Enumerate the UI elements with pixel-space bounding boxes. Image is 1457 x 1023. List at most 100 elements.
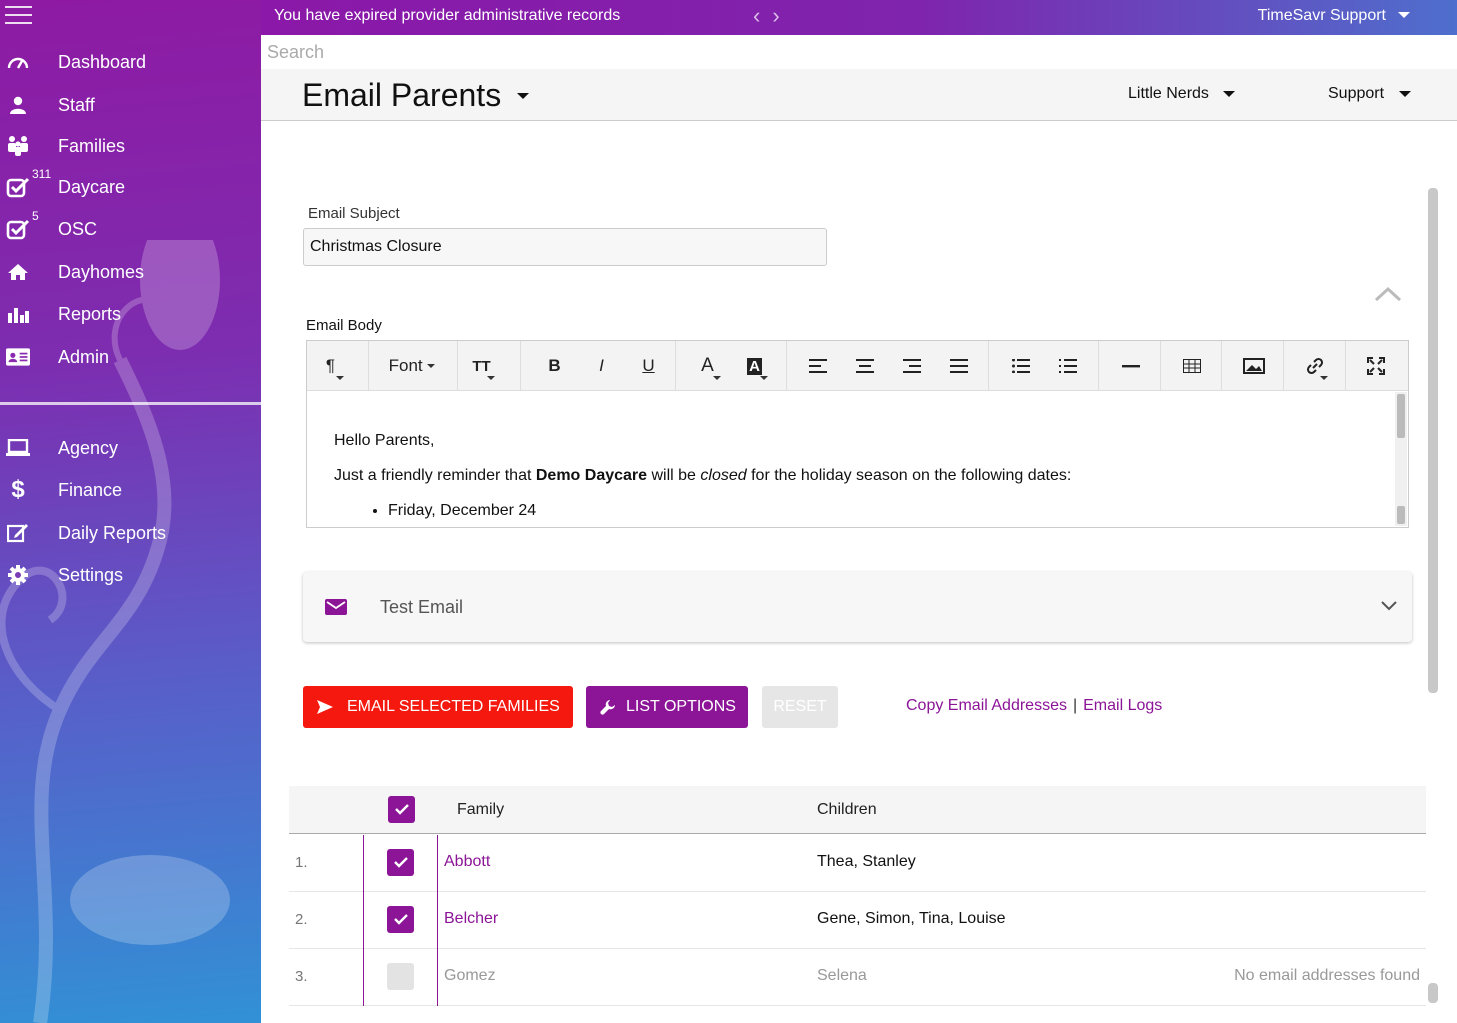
sidebar-item-label: Reports: [58, 303, 122, 324]
osc-count-badge: 5: [32, 209, 39, 223]
underline-button[interactable]: U: [625, 341, 672, 391]
toolbar-group-style: ¶: [307, 341, 369, 391]
toolbar-group-table: [1161, 341, 1222, 391]
list-options-button[interactable]: LIST OPTIONS: [586, 686, 748, 728]
sidebar-item-finance[interactable]: $ Finance: [0, 472, 261, 508]
email-selected-families-button[interactable]: EMAIL SELECTED FAMILIES: [303, 686, 573, 728]
bold-button[interactable]: B: [531, 341, 578, 391]
user-menu[interactable]: TimeSavr Support: [1258, 7, 1386, 25]
chevron-up-icon[interactable]: [1374, 284, 1402, 304]
home-icon: [6, 260, 30, 284]
family-column-header[interactable]: Family: [457, 801, 504, 819]
sidebar-item-label: Dashboard: [58, 51, 147, 72]
table-icon[interactable]: [1168, 341, 1215, 391]
sidebar-item-reports[interactable]: Reports: [0, 296, 261, 332]
sidebar-item-label: Agency: [58, 437, 119, 458]
chevron-down-icon[interactable]: [1398, 12, 1410, 18]
envelope-icon: [325, 599, 347, 615]
link-icon[interactable]: [1291, 341, 1338, 391]
toolbar-group-hr: [1099, 341, 1161, 391]
toolbar-group-lists: [989, 341, 1099, 391]
toolbar-group-color: A A: [676, 341, 787, 391]
send-icon: [317, 700, 333, 714]
align-left-icon[interactable]: [794, 341, 841, 391]
table-row: 1. Abbott Thea, Stanley: [289, 835, 1426, 892]
align-justify-icon[interactable]: [935, 341, 982, 391]
font-size-button[interactable]: TT: [458, 341, 505, 391]
numbered-list-icon[interactable]: [1044, 341, 1091, 391]
toolbar-group-align: [787, 341, 989, 391]
test-email-panel[interactable]: Test Email: [303, 572, 1412, 642]
expired-records-alert[interactable]: You have expired provider administrative…: [274, 7, 620, 25]
checkmark-icon: [393, 857, 408, 868]
bar-chart-icon: [6, 302, 30, 326]
sidebar-item-label: Settings: [58, 564, 124, 585]
checkbox-icon: [6, 175, 30, 199]
fullscreen-icon[interactable]: [1353, 341, 1400, 391]
reset-button[interactable]: RESET: [762, 686, 838, 728]
copy-email-addresses-link[interactable]: Copy Email Addresses: [906, 697, 1067, 714]
image-icon[interactable]: [1230, 341, 1277, 391]
no-email-note: No email addresses found: [1234, 967, 1420, 984]
support-dropdown[interactable]: Support: [1328, 85, 1384, 103]
sidebar-item-label: Dayhomes: [58, 261, 145, 282]
editor-content[interactable]: Hello Parents, Just a friendly reminder …: [307, 391, 1395, 527]
row-checkbox[interactable]: [387, 906, 414, 933]
sidebar-item-daily-reports[interactable]: Daily Reports: [0, 515, 261, 551]
sidebar-item-label: OSC: [58, 218, 98, 239]
editor-scrollbar[interactable]: [1395, 392, 1407, 526]
page-title[interactable]: Email Parents: [302, 77, 501, 114]
chevron-down-icon[interactable]: [1223, 91, 1235, 97]
children-column-header[interactable]: Children: [817, 801, 877, 819]
search-input[interactable]: [261, 35, 861, 69]
email-links: Copy Email Addresses | Email Logs: [906, 697, 1163, 714]
page-scrollbar[interactable]: [1426, 188, 1440, 1008]
edit-icon: [6, 521, 30, 545]
rich-text-editor: ¶ Font TT B I U A A Hello Parents, Just …: [306, 340, 1409, 528]
sidebar-divider: [0, 402, 261, 405]
row-number: 3.: [295, 968, 308, 985]
chevron-down-icon[interactable]: [517, 93, 529, 99]
toolbar-group-font: Font: [369, 341, 458, 391]
email-logs-link[interactable]: Email Logs: [1083, 697, 1162, 714]
sidebar: Dashboard Staff Families 311 Daycare 5 O…: [0, 0, 261, 1023]
paragraph-style-button[interactable]: ¶: [307, 341, 354, 391]
chevron-left-icon[interactable]: ‹: [753, 3, 772, 28]
speedometer-icon: [6, 50, 30, 74]
toolbar-group-size: TT: [458, 341, 521, 391]
sidebar-item-dayhomes[interactable]: Dayhomes: [0, 254, 261, 290]
sidebar-item-admin[interactable]: Admin: [0, 339, 261, 375]
subject-input[interactable]: Christmas Closure: [303, 228, 827, 266]
bullet-list-icon[interactable]: [997, 341, 1044, 391]
center-dropdown[interactable]: Little Nerds: [1128, 85, 1209, 103]
sidebar-item-agency[interactable]: Agency: [0, 430, 261, 466]
sidebar-item-families[interactable]: Families: [0, 128, 261, 164]
highlight-color-button[interactable]: A: [731, 341, 778, 391]
family-link[interactable]: Gomez: [444, 967, 496, 985]
chevron-down-icon[interactable]: [1399, 91, 1411, 97]
chevron-right-icon[interactable]: ›: [772, 3, 791, 28]
dollar-icon: $: [11, 476, 25, 503]
list-item: Friday, December 24: [388, 503, 1395, 519]
sidebar-item-staff[interactable]: Staff: [0, 87, 261, 123]
align-center-icon[interactable]: [841, 341, 888, 391]
italic-button[interactable]: I: [578, 341, 625, 391]
children-cell: Thea, Stanley: [817, 853, 916, 870]
family-icon: [6, 134, 30, 158]
family-link[interactable]: Abbott: [444, 853, 490, 871]
menu-toggle-icon[interactable]: [5, 6, 32, 24]
toolbar-group-image: [1222, 341, 1284, 391]
font-color-button[interactable]: A: [684, 341, 731, 391]
row-number: 1.: [295, 854, 308, 871]
search-bar: [261, 35, 1457, 69]
horizontal-rule-icon[interactable]: [1107, 341, 1154, 391]
sidebar-item-dashboard[interactable]: Dashboard: [0, 44, 261, 80]
row-checkbox[interactable]: [387, 849, 414, 876]
sidebar-item-settings[interactable]: Settings: [0, 557, 261, 593]
family-link[interactable]: Belcher: [444, 910, 498, 928]
sidebar-item-daycare[interactable]: 311 Daycare: [0, 167, 261, 205]
font-family-button[interactable]: Font: [369, 341, 455, 391]
align-right-icon[interactable]: [888, 341, 935, 391]
select-all-checkbox[interactable]: [388, 796, 415, 823]
sidebar-item-osc[interactable]: 5 OSC: [0, 209, 261, 247]
